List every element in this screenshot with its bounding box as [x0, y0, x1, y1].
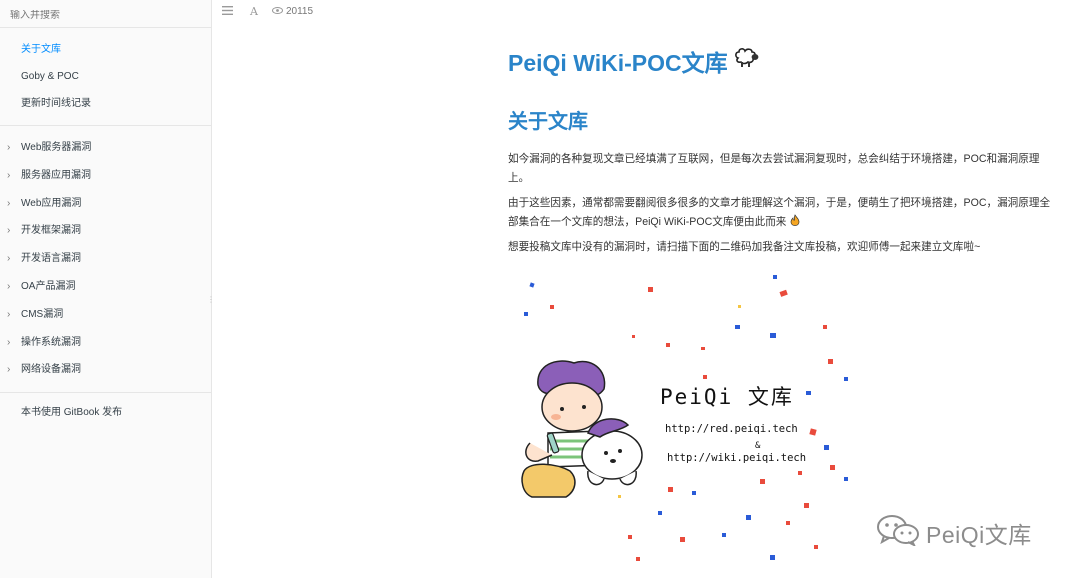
sidebar-item-label: 开发语言漏洞 [21, 253, 81, 265]
sidebar-chapter-group: › Web服务器漏洞 › 服务器应用漏洞 › Web应用漏洞 › 开发框架漏洞 › 开发语… [0, 126, 211, 394]
poster-title: PeiQi 文库 [660, 385, 794, 409]
sidebar-item-label: Web应用漏洞 [21, 197, 82, 209]
sidebar: 关于文库 Goby & POC 更新时间线记录 › Web服务器漏洞 › 服务器应用… [0, 0, 215, 578]
page-title-text: PeiQi WiKi-POC文库 [508, 50, 728, 76]
chevron-right-icon: › [7, 280, 11, 292]
sidebar-item-cms[interactable]: › CMS漏洞 [0, 301, 211, 329]
sidebar-item-label: 网络设备漏洞 [21, 364, 81, 376]
sidebar-top-group: 关于文库 Goby & POC 更新时间线记录 [0, 28, 211, 126]
sidebar-item-changelog[interactable]: 更新时间线记录 [0, 90, 211, 117]
poster-url-wiki: http://wiki.peiqi.tech [667, 452, 807, 464]
sidebar-item-framework[interactable]: › 开发框架漏洞 [0, 217, 211, 245]
wechat-icon [876, 514, 920, 552]
wechat-watermark: PeiQi文库 [876, 514, 1032, 552]
font-settings-icon[interactable]: A [250, 5, 258, 18]
sidebar-item-goby-poc[interactable]: Goby & POC [0, 63, 211, 90]
chevron-right-icon: › [7, 336, 11, 348]
sidebar-resize-handle[interactable]: ⋮ [207, 296, 215, 310]
sidebar-item-label: OA产品漏洞 [21, 280, 76, 292]
motivation-paragraph: 由于这些因素，通常都需要翻阅很多很多的文章才能理解这个漏洞，于是，便萌生了把环境… [508, 194, 1053, 232]
sidebar-item-label: 服务器应用漏洞 [21, 169, 91, 181]
confetti-illustration [521, 275, 848, 561]
contribute-paragraph: 想要投稿文库中没有的漏洞时，请扫描下面的二维码加我备注文库投稿，欢迎师傅一起来建… [508, 241, 981, 253]
sidebar-item-label: 操作系统漏洞 [21, 336, 81, 348]
sidebar-item-language[interactable]: › 开发语言漏洞 [0, 245, 211, 273]
watermark-text: PeiQi文库 [926, 522, 1032, 548]
intro-paragraph: 如今漏洞的各种复现文章已经填满了互联网，但是每次去尝试漏洞复现时，总会纠结于环境… [508, 153, 1040, 184]
search-input[interactable] [10, 10, 201, 21]
sidebar-item-about[interactable]: 关于文库 [0, 36, 211, 63]
sidebar-item-web-app[interactable]: › Web应用漏洞 [0, 190, 211, 218]
chevron-right-icon: › [7, 142, 11, 153]
view-counter: 20115 [271, 5, 314, 17]
sheep-emoji-icon [732, 46, 760, 76]
section-heading: 关于文库 [508, 111, 588, 133]
sidebar-item-label: CMS漏洞 [21, 308, 64, 320]
page-title: PeiQi WiKi-POC文库 [508, 44, 1053, 78]
motivation-text: 由于这些因素，通常都需要翻阅很多很多的文章才能理解这个漏洞，于是，便萌生了把环境… [508, 197, 1051, 228]
search-box [0, 0, 211, 28]
chevron-right-icon: › [7, 225, 11, 237]
poster-ampersand: & [755, 441, 761, 451]
contact-poster-image: PeiQi 文库 http://red.peiqi.tech & http://… [508, 265, 860, 565]
sidebar-item-label: Web服务器漏洞 [21, 142, 92, 153]
sidebar-item-server-app[interactable]: › 服务器应用漏洞 [0, 162, 211, 190]
toolbar: A 20115 [222, 0, 313, 22]
poster-url-red: http://red.peiqi.tech [665, 423, 798, 435]
view-count: 20115 [285, 5, 314, 17]
fire-emoji-icon [786, 214, 801, 228]
gitbook-footer-link[interactable]: 本书使用 GitBook 发布 [0, 395, 211, 431]
hamburger-icon[interactable] [222, 4, 233, 18]
page-content: PeiQi WiKi-POC文库 关于文库 如今漏洞的各种复现文章已经填满了互联… [508, 44, 1053, 565]
sidebar-item-network-device[interactable]: › 网络设备漏洞 [0, 356, 211, 384]
eye-icon [271, 6, 283, 17]
sidebar-item-oa[interactable]: › OA产品漏洞 [0, 273, 211, 301]
chevron-right-icon: › [7, 169, 11, 181]
chevron-right-icon: › [7, 253, 11, 265]
chevron-right-icon: › [7, 197, 11, 209]
sidebar-item-label: 开发框架漏洞 [21, 225, 81, 237]
chevron-right-icon: › [7, 308, 11, 320]
sidebar-item-web-server[interactable]: › Web服务器漏洞 [0, 134, 211, 162]
sidebar-item-os[interactable]: › 操作系统漏洞 [0, 329, 211, 357]
chevron-right-icon: › [7, 364, 11, 376]
